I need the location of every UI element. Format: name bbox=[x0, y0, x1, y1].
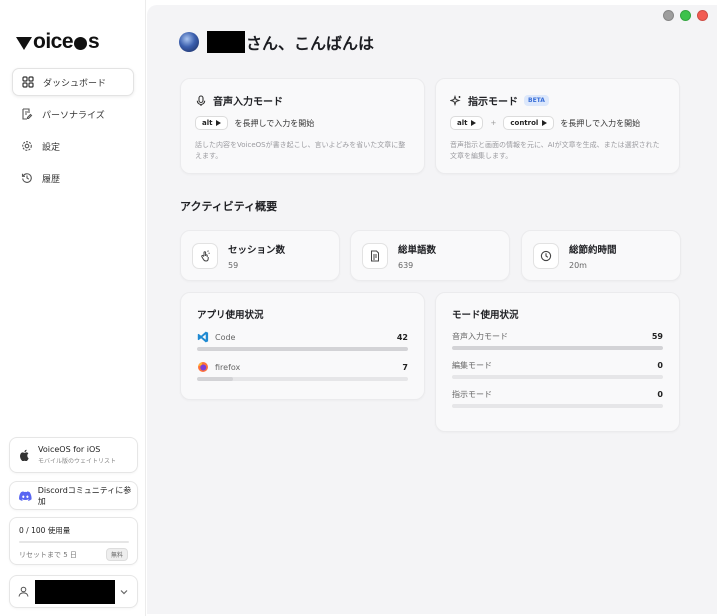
chevron-down-icon[interactable] bbox=[119, 587, 129, 597]
key-plus: + bbox=[490, 119, 497, 127]
app-usage-bar bbox=[197, 377, 408, 381]
document-icon bbox=[362, 242, 388, 269]
key-hint: を長押しで入力を開始 bbox=[560, 118, 641, 128]
ios-card-title: VoiceOS for iOS bbox=[38, 445, 101, 454]
sidebar-item-history[interactable]: 履歴 bbox=[12, 164, 134, 192]
mode-usage-card: モード使用状況 音声入力モード 59 編集モード 0 指示モード 0 bbox=[435, 292, 680, 432]
mode-count: 0 bbox=[657, 390, 663, 399]
sidebar-nav: ダッシュボード パーソナライズ 設定 履歴 bbox=[12, 68, 134, 196]
hand-icon bbox=[192, 242, 218, 269]
mode-description: 音声指示と画面の情報を元に、AIが文章を生成、または選択された文章を編集します。 bbox=[450, 141, 660, 160]
app-usage-card: アプリ使用状況 Code 42 firefox 7 bbox=[180, 292, 425, 400]
greeting: さん、こんばんは bbox=[179, 30, 374, 54]
app-usage-title: アプリ使用状況 bbox=[197, 310, 264, 321]
avatar bbox=[179, 32, 199, 52]
app-usage-bar bbox=[197, 347, 408, 351]
plan-badge: 無料 bbox=[105, 548, 128, 561]
discord-icon bbox=[19, 490, 32, 501]
stat-label: 総単語数 bbox=[398, 244, 437, 256]
mode-description: 話した内容をVoiceOSが書き起こし、言いよどみを省いた文章に整えます。 bbox=[195, 141, 406, 160]
vscode-icon bbox=[197, 331, 209, 343]
redacted-username bbox=[35, 579, 115, 604]
key-control: control bbox=[503, 116, 555, 130]
key-hint: を長押しで入力を開始 bbox=[234, 118, 315, 128]
usage-reset-text: リセットまで 5 日 bbox=[19, 550, 77, 559]
main-content: さん、こんばんは 音声入力モード alt を長押しで入力を開始 話した内容をVo… bbox=[147, 5, 717, 614]
beta-badge: BETA bbox=[524, 95, 549, 106]
instruction-mode-card: 指示モード BETA alt + control を長押しで入力を開始 音声指示… bbox=[435, 78, 680, 174]
mode-title: 指示モード bbox=[468, 97, 518, 108]
user-icon bbox=[18, 586, 29, 597]
sidebar-item-label: ダッシュボード bbox=[43, 78, 107, 89]
clock-icon bbox=[533, 242, 559, 269]
doc-edit-icon bbox=[21, 108, 33, 120]
stat-words: 総単語数 639 bbox=[350, 230, 510, 281]
sidebar-item-label: 設定 bbox=[42, 142, 61, 153]
sidebar-item-label: パーソナライズ bbox=[42, 110, 105, 121]
usage-progress-bar bbox=[19, 541, 129, 543]
ios-card-subtitle: モバイル版のウェイトリスト bbox=[38, 458, 117, 465]
stat-label: 総節約時間 bbox=[569, 244, 617, 256]
mode-usage-row: 編集モード 0 bbox=[452, 360, 663, 379]
mode-usage-row: 指示モード 0 bbox=[452, 389, 663, 408]
stat-value: 20m bbox=[569, 260, 587, 270]
app-count: 42 bbox=[396, 332, 408, 342]
sidebar-item-personalize[interactable]: パーソナライズ bbox=[12, 100, 134, 128]
mic-icon bbox=[196, 94, 206, 106]
key-alt: alt bbox=[450, 116, 484, 130]
mode-name: 編集モード bbox=[452, 361, 492, 370]
stat-value: 59 bbox=[228, 260, 239, 270]
window-controls bbox=[663, 10, 708, 21]
minimize-button[interactable] bbox=[663, 10, 674, 21]
redacted-name bbox=[207, 31, 245, 53]
mode-title: 音声入力モード bbox=[213, 97, 283, 108]
sparkle-icon bbox=[450, 94, 461, 106]
app-name: Code bbox=[215, 332, 236, 342]
mode-name: 指示モード bbox=[452, 390, 492, 399]
mode-usage-row: 音声入力モード 59 bbox=[452, 331, 663, 350]
stat-value: 639 bbox=[398, 260, 414, 270]
gear-icon bbox=[21, 140, 33, 152]
maximize-button[interactable] bbox=[680, 10, 691, 21]
mode-name: 音声入力モード bbox=[452, 332, 508, 341]
user-menu[interactable] bbox=[9, 575, 138, 608]
mode-usage-title: モード使用状況 bbox=[452, 310, 519, 321]
mode-count: 59 bbox=[651, 332, 663, 341]
stat-sessions: セッション数 59 bbox=[180, 230, 340, 281]
mode-usage-bar bbox=[452, 346, 663, 350]
sidebar-item-dashboard[interactable]: ダッシュボード bbox=[12, 68, 134, 96]
app-count: 7 bbox=[402, 362, 408, 372]
mode-count: 0 bbox=[657, 361, 663, 370]
ios-waitlist-card[interactable]: VoiceOS for iOS モバイル版のウェイトリスト bbox=[9, 437, 138, 473]
apple-icon bbox=[20, 449, 29, 461]
close-button[interactable] bbox=[697, 10, 708, 21]
history-icon bbox=[21, 172, 33, 184]
grid-icon bbox=[22, 76, 34, 88]
discord-label: Discordコミュニティに参加 bbox=[37, 485, 132, 506]
activity-title: アクティビティ概要 bbox=[180, 200, 278, 213]
app-usage-row: firefox 7 bbox=[197, 361, 408, 381]
firefox-icon bbox=[198, 362, 208, 372]
greeting-text: さん、こんばんは bbox=[246, 34, 375, 53]
voice-input-mode-card: 音声入力モード alt を長押しで入力を開始 話した内容をVoiceOSが書き起… bbox=[180, 78, 425, 174]
discord-join-button[interactable]: Discordコミュニティに参加 bbox=[9, 481, 138, 510]
app-usage-row: Code 42 bbox=[197, 331, 408, 351]
sidebar: oice s ダッシュボード パーソナライズ 設定 履歴 VoiceOS for… bbox=[0, 0, 146, 616]
sidebar-item-label: 履歴 bbox=[42, 174, 61, 185]
usage-title: 0 / 100 使用量 bbox=[19, 526, 71, 535]
app-name: firefox bbox=[215, 362, 241, 372]
mode-usage-bar bbox=[452, 404, 663, 408]
sidebar-item-settings[interactable]: 設定 bbox=[12, 132, 134, 160]
usage-card: 0 / 100 使用量 リセットまで 5 日 無料 bbox=[9, 517, 138, 565]
app-logo: oice s bbox=[16, 30, 100, 54]
stat-time-saved: 総節約時間 20m bbox=[521, 230, 681, 281]
key-alt: alt bbox=[195, 116, 229, 130]
mode-usage-bar bbox=[452, 375, 663, 379]
stat-label: セッション数 bbox=[228, 244, 286, 256]
